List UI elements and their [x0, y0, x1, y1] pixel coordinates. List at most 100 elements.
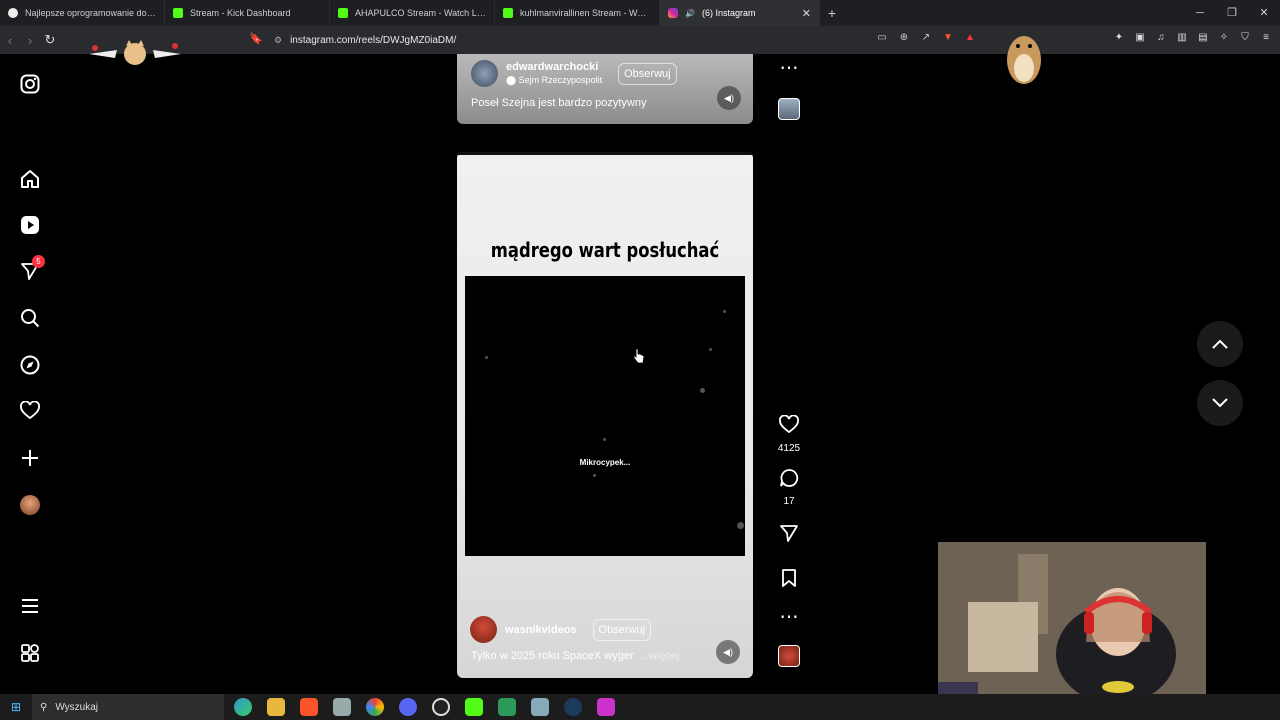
tab-instagram[interactable]: 🔊 (6) Instagram ✕	[660, 0, 820, 26]
edge-icon[interactable]	[234, 698, 252, 716]
discord-icon[interactable]	[399, 698, 417, 716]
chrome-icon[interactable]	[366, 698, 384, 716]
browser-tab-bar: Najlepsze oprogramowanie do ulep Stream …	[0, 0, 1280, 26]
app-icon[interactable]	[531, 698, 549, 716]
tab-4[interactable]: kuhlmanvirallinen Stream - Watch Li	[495, 0, 660, 26]
new-tab-button[interactable]: +	[820, 5, 844, 21]
previous-reel-button[interactable]	[1197, 321, 1243, 367]
close-icon[interactable]: ✕	[802, 7, 811, 20]
mute-icon[interactable]: ◀)	[717, 86, 741, 110]
tab-title: AHAPULCO Stream - Watch Live on K	[355, 8, 486, 18]
username[interactable]: wasnikvideos	[505, 624, 577, 636]
previous-reel-actions: ⋯	[770, 58, 808, 120]
mute-icon[interactable]: ◀)	[716, 640, 740, 664]
brave-icon[interactable]	[300, 698, 318, 716]
star-dot	[700, 388, 705, 393]
window-controls: ─ ❐ ✕	[1184, 0, 1280, 26]
send-icon	[780, 525, 798, 542]
previous-reel[interactable]: edwardwarchocki ⬤ Sejm Rzeczypospolit Ob…	[457, 54, 753, 124]
current-reel[interactable]: mądrego wart posłuchać Mikrocypek... was…	[457, 152, 753, 678]
audio-thumbnail[interactable]	[778, 645, 800, 667]
close-window-button[interactable]: ✕	[1248, 0, 1280, 26]
location-pin-icon: ⬤	[506, 75, 517, 85]
tab-1[interactable]: Najlepsze oprogramowanie do ulep	[0, 0, 165, 26]
caption-text: Tylko w 2025 roku SpaceX wyger	[471, 650, 634, 662]
back-icon[interactable]: ‹	[0, 33, 20, 48]
save-button[interactable]	[780, 568, 798, 593]
location[interactable]: ⬤ Sejm Rzeczypospolit	[506, 75, 602, 86]
minimize-button[interactable]: ─	[1184, 0, 1216, 26]
extension-puzzle-icon[interactable]: ✦	[1113, 32, 1125, 43]
brave-shield-icon[interactable]: ▼	[942, 32, 954, 43]
tab-3[interactable]: AHAPULCO Stream - Watch Live on K	[330, 0, 495, 26]
reel-video[interactable]: Mikrocypek...	[465, 276, 745, 556]
kick-icon	[173, 8, 183, 18]
instagram-logo-icon[interactable]	[19, 73, 41, 95]
wallet-icon[interactable]: ▤	[1197, 32, 1209, 43]
taskbar: ⊞ ⚲ Wyszukaj	[0, 694, 1280, 720]
extension-icon[interactable]: ▣	[1134, 32, 1146, 43]
create-icon[interactable]	[19, 447, 41, 469]
tab-2[interactable]: Stream - Kick Dashboard	[165, 0, 330, 26]
restore-button[interactable]: ❐	[1216, 0, 1248, 26]
search-placeholder: Wyszukaj	[55, 701, 99, 713]
bookmark-icon[interactable]: 🔖	[249, 32, 263, 45]
star-dot	[737, 522, 744, 529]
star-dot	[593, 474, 596, 477]
explore-icon[interactable]	[19, 354, 41, 376]
vpn-icon[interactable]: ⛉	[1239, 32, 1251, 43]
kick-app-icon[interactable]	[465, 698, 483, 716]
app-icon[interactable]	[333, 698, 351, 716]
audio-thumbnail[interactable]	[778, 98, 800, 120]
zoom-icon[interactable]: ⊕	[898, 32, 910, 43]
next-reel-button[interactable]	[1197, 380, 1243, 426]
previous-reel-caption: Poseł Szejna jest bardzo pozytywny	[471, 97, 647, 109]
profile-avatar[interactable]	[19, 494, 41, 516]
video-caption: Mikrocypek...	[579, 458, 631, 467]
file-explorer-icon[interactable]	[267, 698, 285, 716]
taskbar-search[interactable]: ⚲ Wyszukaj	[32, 694, 224, 720]
search-icon[interactable]	[19, 307, 41, 329]
cast-icon[interactable]: ▭	[876, 32, 888, 43]
forward-icon[interactable]: ›	[20, 33, 40, 48]
like-button[interactable]	[779, 414, 799, 440]
brave-rewards-icon[interactable]: ▲	[964, 32, 976, 43]
messages-icon[interactable]: 5	[19, 255, 45, 282]
share-icon[interactable]: ↗	[920, 32, 932, 43]
comment-button[interactable]	[779, 468, 799, 493]
tab-title: kuhlmanvirallinen Stream - Watch Li	[520, 8, 651, 18]
steam-icon[interactable]	[564, 698, 582, 716]
reload-icon[interactable]: ↻	[40, 32, 60, 48]
obs-icon[interactable]	[432, 698, 450, 716]
sidebar-toggle-icon[interactable]: ▥	[1176, 32, 1188, 43]
avatar[interactable]	[470, 616, 497, 643]
more-options-icon[interactable]: ⋯	[780, 607, 799, 629]
app-icon[interactable]	[498, 698, 516, 716]
heart-icon[interactable]	[19, 400, 41, 422]
tab-title: Stream - Kick Dashboard	[190, 8, 291, 18]
follow-button[interactable]: Obserwuj	[592, 618, 652, 641]
more-menu-icon[interactable]	[19, 595, 41, 617]
home-icon[interactable]	[19, 168, 41, 190]
media-icon[interactable]: ♫	[1155, 32, 1167, 43]
site-info-icon[interactable]: ⚙	[274, 35, 282, 46]
reels-icon[interactable]	[19, 214, 41, 236]
also-from-meta-icon[interactable]	[19, 642, 41, 664]
reel-headline: mądrego wart posłuchać	[490, 238, 720, 262]
windows-start-icon[interactable]: ⊞	[0, 700, 32, 714]
reel-divider	[457, 152, 753, 155]
follow-button[interactable]: Obserwuj	[618, 62, 677, 85]
reel-caption: Tylko w 2025 roku SpaceX wyger ... więce…	[471, 650, 680, 662]
username[interactable]: edwardwarchocki	[506, 61, 602, 73]
share-button[interactable]	[779, 523, 799, 548]
star-dot	[603, 438, 606, 441]
more-link[interactable]: ... więcej	[637, 650, 680, 662]
leo-ai-icon[interactable]: ✧	[1218, 32, 1230, 43]
app-icon[interactable]	[597, 698, 615, 716]
avatar[interactable]	[471, 60, 498, 87]
instagram-sidebar: 5	[0, 54, 60, 694]
star-dot	[723, 310, 726, 313]
menu-icon[interactable]: ≡	[1260, 32, 1272, 43]
kick-icon	[338, 8, 348, 18]
more-options-icon[interactable]: ⋯	[780, 58, 799, 80]
